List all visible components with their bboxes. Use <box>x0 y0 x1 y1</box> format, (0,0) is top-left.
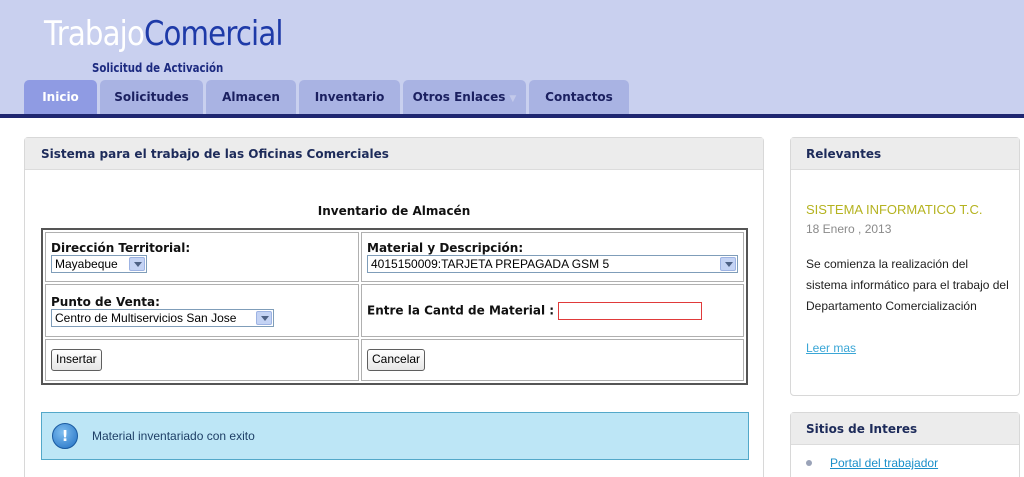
material-cell: Material y Descripción: 4015150009:TARJE… <box>361 232 744 282</box>
success-alert: ! Material inventariado con exito <box>41 412 749 460</box>
tab-inicio[interactable]: Inicio <box>24 80 97 114</box>
news-title: SISTEMA INFORMATICO T.C. <box>806 202 983 217</box>
tab-label: Inicio <box>42 90 79 104</box>
sitios-title: Sitios de Interes <box>791 413 1019 445</box>
insert-button[interactable]: Insertar <box>51 349 102 371</box>
alert-message: Material inventariado con exito <box>92 429 255 443</box>
main-panel: Sistema para el trabajo de las Oficinas … <box>24 137 764 477</box>
tab-label: Contactos <box>545 90 613 104</box>
logo-part-2: Comercial <box>143 14 284 54</box>
direccion-cell: Dirección Territorial: Mayabeque <box>45 232 359 282</box>
cancel-button[interactable]: Cancelar <box>367 349 426 371</box>
site-subtitle: Solicitud de Activación <box>92 61 224 75</box>
inventory-form: Dirección Territorial: Mayabeque Materia… <box>41 228 748 385</box>
cantidad-label: Entre la Cantd de Material : <box>367 303 555 317</box>
tab-inventario[interactable]: Inventario <box>299 80 400 114</box>
chevron-down-icon <box>256 310 272 325</box>
punto-select-value: Centro de Multiservicios San Jose <box>55 310 237 325</box>
bullet-icon <box>806 460 812 466</box>
chevron-down-icon: ▼ <box>509 94 517 104</box>
material-label: Material y Descripción: <box>367 241 524 255</box>
insert-cell: Insertar <box>45 339 359 381</box>
form-title: Inventario de Almacén <box>317 204 471 218</box>
punto-cell: Punto de Venta: Centro de Multiservicios… <box>45 284 359 337</box>
news-body: Se comienza la realización del sistema i… <box>806 257 1009 313</box>
tab-label: Almacen <box>222 90 280 104</box>
relevantes-title: Relevantes <box>791 138 1019 170</box>
sitios-box: Sitios de Interes Portal del trabajador <box>790 412 1020 477</box>
direccion-select[interactable]: Mayabeque <box>51 255 147 273</box>
cantidad-input[interactable] <box>558 301 703 320</box>
header-divider <box>0 114 1024 118</box>
tab-almacen[interactable]: Almacen <box>206 80 296 114</box>
tab-label: Otros Enlaces <box>412 90 506 104</box>
news-date: 18 Enero , 2013 <box>806 222 892 236</box>
direccion-label: Dirección Territorial: <box>51 241 191 255</box>
portal-trabajador-link[interactable]: Portal del trabajador <box>830 456 938 470</box>
relevantes-box: Relevantes SISTEMA INFORMATICO T.C. 18 E… <box>790 137 1020 396</box>
main-nav: Inicio Solicitudes Almacen Inventario Ot… <box>24 80 632 114</box>
list-item: Portal del trabajador <box>806 456 938 470</box>
info-alert-icon: ! <box>52 423 78 449</box>
tab-label: Inventario <box>314 90 385 104</box>
tab-otros-enlaces[interactable]: Otros Enlaces ▼ <box>403 80 526 114</box>
read-more-link[interactable]: Leer mas <box>806 341 856 355</box>
tab-contactos[interactable]: Contactos <box>529 80 629 114</box>
punto-label: Punto de Venta: <box>51 294 160 309</box>
chevron-down-icon <box>129 257 145 271</box>
tab-solicitudes[interactable]: Solicitudes <box>100 80 203 114</box>
logo-part-1: Trabajo <box>44 14 145 54</box>
chevron-down-icon <box>720 257 736 271</box>
site-header: TrabajoComercial Solicitud de Activación… <box>0 0 1024 114</box>
punto-select[interactable]: Centro de Multiservicios San Jose <box>51 308 274 327</box>
direccion-select-value: Mayabeque <box>55 257 118 271</box>
material-select[interactable]: 4015150009:TARJETA PREPAGADA GSM 5 <box>367 255 738 273</box>
tab-label: Solicitudes <box>114 90 189 104</box>
site-logo[interactable]: TrabajoComercial <box>44 10 283 58</box>
panel-title: Sistema para el trabajo de las Oficinas … <box>25 138 763 170</box>
cantidad-cell: Entre la Cantd de Material : <box>361 284 744 337</box>
cancel-cell: Cancelar <box>361 339 744 381</box>
material-select-value: 4015150009:TARJETA PREPAGADA GSM 5 <box>371 257 610 271</box>
